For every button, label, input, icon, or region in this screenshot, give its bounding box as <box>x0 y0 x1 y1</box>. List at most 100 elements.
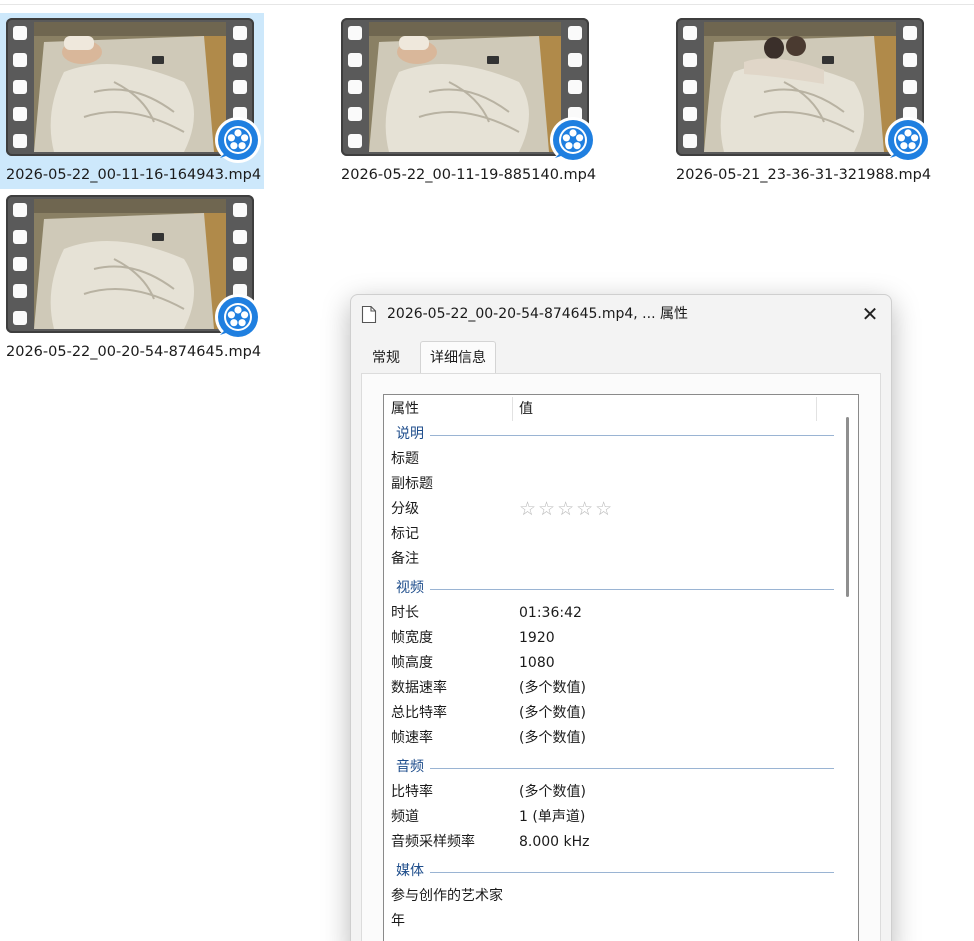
film-hole <box>348 107 362 121</box>
property-name: 音频采样频率 <box>391 834 475 850</box>
film-hole <box>683 26 697 40</box>
group-label: 音频 <box>396 755 430 780</box>
property-name: 比特率 <box>391 784 433 800</box>
film-hole <box>13 53 27 67</box>
video-frame-image <box>34 22 226 152</box>
property-list[interactable]: 属性 值 说明 标题 副标题 分级 ☆☆☆☆☆ 标记 备注 视频 时长 01:3… <box>383 394 859 941</box>
group-divider <box>396 589 834 590</box>
film-hole <box>13 203 27 217</box>
dialog-title-bar[interactable]: 2026-05-22_00-20-54-874645.mp4, ... 属性 ✕ <box>351 295 891 333</box>
property-name: 总比特率 <box>391 705 447 721</box>
video-frame-image <box>369 22 561 152</box>
file-item[interactable]: 2026-05-22_00-11-19-885140.mp4 <box>335 13 599 189</box>
rating-stars-icon[interactable]: ☆☆☆☆☆ <box>519 497 614 522</box>
property-value: (多个数值) <box>519 784 586 800</box>
property-row[interactable]: 帧宽度 1920 <box>384 626 834 651</box>
property-row[interactable]: 副标题 <box>384 472 834 497</box>
column-header-property[interactable]: 属性 <box>384 395 512 423</box>
film-hole <box>233 80 247 94</box>
property-value: 1920 <box>519 630 555 646</box>
film-hole <box>13 134 27 148</box>
list-header: 属性 值 <box>384 395 858 423</box>
tab-details[interactable]: 详细信息 <box>420 341 496 373</box>
film-hole <box>13 26 27 40</box>
column-header-value[interactable]: 值 <box>512 395 812 423</box>
film-hole <box>233 257 247 271</box>
group-label: 视频 <box>396 576 430 601</box>
property-value: 1 (单声道) <box>519 809 586 825</box>
video-frame-image <box>704 22 896 152</box>
property-value: 1080 <box>519 655 555 671</box>
document-icon <box>361 305 377 324</box>
film-hole <box>13 80 27 94</box>
video-frame-image <box>34 199 226 329</box>
film-hole <box>903 53 917 67</box>
property-row[interactable]: 频道 1 (单声道) <box>384 805 834 830</box>
video-player-icon <box>549 116 597 164</box>
property-name: 分级 <box>391 501 419 517</box>
property-name: 标题 <box>391 451 419 467</box>
group-header-audio: 音频 <box>384 755 834 780</box>
property-name: 副标题 <box>391 476 433 492</box>
film-hole <box>348 80 362 94</box>
scrollbar-thumb[interactable] <box>846 417 849 597</box>
property-row[interactable]: 比特率 (多个数值) <box>384 780 834 805</box>
property-row[interactable]: 帧高度 1080 <box>384 651 834 676</box>
dialog-title: 2026-05-22_00-20-54-874645.mp4, ... 属性 <box>387 306 688 322</box>
file-name-label: 2026-05-22_00-11-16-164943.mp4 <box>6 167 262 183</box>
tab-general[interactable]: 常规 <box>363 343 409 373</box>
property-value: 8.000 kHz <box>519 834 590 850</box>
film-hole <box>233 230 247 244</box>
film-hole <box>683 80 697 94</box>
group-label: 媒体 <box>396 859 430 884</box>
property-row[interactable]: 年 <box>384 909 834 934</box>
film-hole <box>13 284 27 298</box>
property-row[interactable]: 标题 <box>384 447 834 472</box>
video-thumbnail <box>6 18 261 163</box>
video-thumbnail <box>6 195 261 340</box>
group-label: 说明 <box>396 422 430 447</box>
property-row[interactable]: 参与创作的艺术家 <box>384 884 834 909</box>
file-item[interactable]: 2026-05-22_00-20-54-874645.mp4 <box>0 190 264 366</box>
property-row[interactable]: 数据速率 (多个数值) <box>384 676 834 701</box>
group-divider <box>396 435 834 436</box>
file-item[interactable]: 2026-05-21_23-36-31-321988.mp4 <box>670 13 934 189</box>
group-divider <box>396 872 834 873</box>
file-item[interactable]: 2026-05-22_00-11-16-164943.mp4 <box>0 13 264 189</box>
details-panel: 属性 值 说明 标题 副标题 分级 ☆☆☆☆☆ 标记 备注 视频 时长 01:3… <box>361 373 881 941</box>
property-row[interactable]: 帧速率 (多个数值) <box>384 726 834 751</box>
film-hole <box>683 107 697 121</box>
property-row[interactable]: 标记 <box>384 522 834 547</box>
close-button[interactable]: ✕ <box>855 299 885 329</box>
property-name: 帧高度 <box>391 655 433 671</box>
film-hole <box>348 26 362 40</box>
properties-dialog: 2026-05-22_00-20-54-874645.mp4, ... 属性 ✕… <box>350 294 892 941</box>
group-header-media: 媒体 <box>384 859 834 884</box>
film-hole <box>903 26 917 40</box>
film-hole <box>348 53 362 67</box>
property-name: 年 <box>391 913 405 929</box>
film-hole <box>13 311 27 325</box>
video-player-icon <box>884 116 932 164</box>
property-row[interactable]: 时长 01:36:42 <box>384 601 834 626</box>
property-name: 时长 <box>391 605 419 621</box>
film-hole <box>348 134 362 148</box>
property-name: 标记 <box>391 526 419 542</box>
film-hole <box>568 53 582 67</box>
vertical-scrollbar[interactable] <box>844 417 852 941</box>
film-hole <box>13 230 27 244</box>
film-hole <box>683 134 697 148</box>
property-row[interactable]: 音频采样频率 8.000 kHz <box>384 830 834 855</box>
group-header-video: 视频 <box>384 576 834 601</box>
property-name: 备注 <box>391 551 419 567</box>
video-player-icon <box>214 116 262 164</box>
property-row[interactable]: 分级 ☆☆☆☆☆ <box>384 497 834 522</box>
column-divider[interactable] <box>816 397 817 421</box>
property-value: (多个数值) <box>519 705 586 721</box>
property-name: 帧速率 <box>391 730 433 746</box>
property-row[interactable]: 总比特率 (多个数值) <box>384 701 834 726</box>
property-value: (多个数值) <box>519 680 586 696</box>
property-row[interactable]: 备注 <box>384 547 834 572</box>
film-hole <box>233 203 247 217</box>
video-thumbnail <box>676 18 931 163</box>
